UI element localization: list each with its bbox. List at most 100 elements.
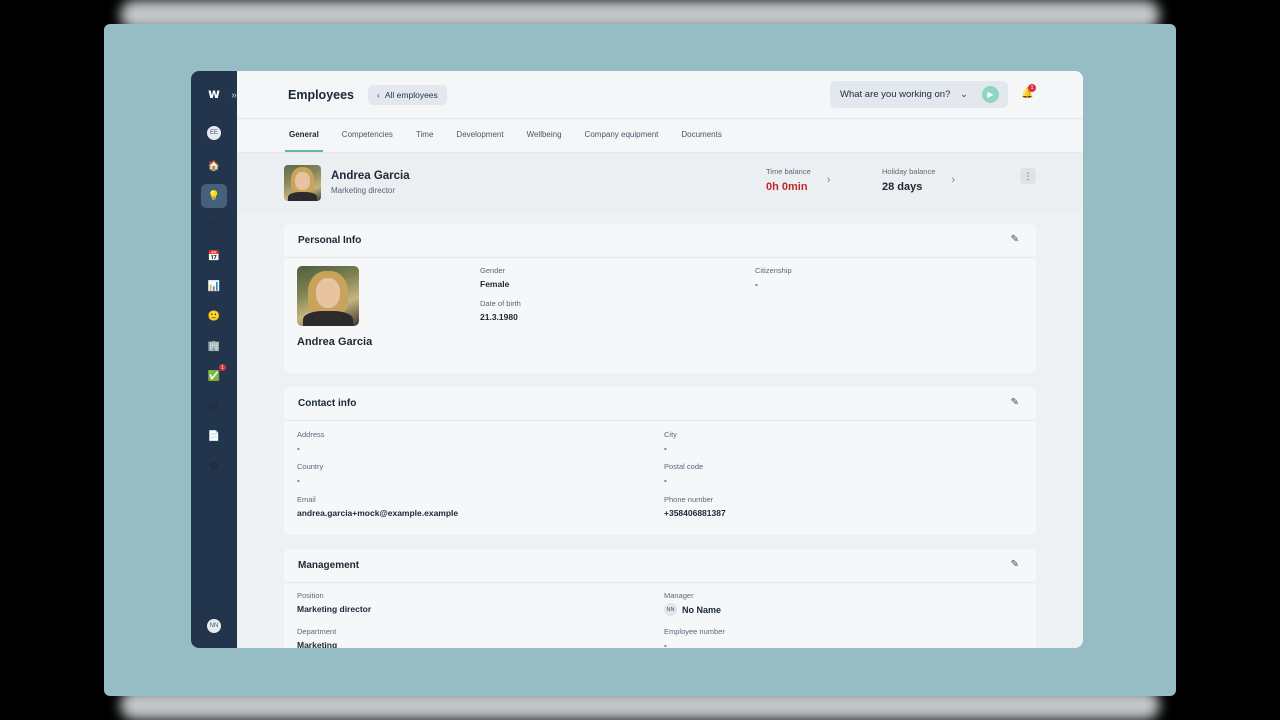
card-title: Management bbox=[298, 560, 360, 571]
tab-general[interactable]: General bbox=[285, 119, 323, 152]
email-value: andrea.garcia+mock@example.example bbox=[297, 508, 459, 518]
phone-value: +358406881387 bbox=[664, 508, 726, 518]
employee-photo bbox=[297, 266, 359, 326]
postal-code-label: Postal code bbox=[664, 462, 704, 471]
department-value: Marketing bbox=[297, 640, 338, 648]
app-window: w » EE 🏠 💡 ⏱ 📅 📊 🙂 🏢 ✅ 1 🖨 📄 ⚙ NN Employ… bbox=[191, 71, 1083, 648]
country-value: - bbox=[297, 475, 300, 485]
building-icon: 🏢 bbox=[207, 340, 221, 352]
phone-label: Phone number bbox=[664, 495, 714, 504]
company-avatar[interactable]: EE bbox=[207, 126, 221, 140]
logo[interactable]: w bbox=[208, 87, 220, 102]
gender-label: Gender bbox=[480, 266, 506, 275]
working-on-placeholder: What are you working on? bbox=[840, 89, 951, 100]
sidebar-nav: 🏠 💡 ⏱ 📅 📊 🙂 🏢 ✅ 1 🖨 📄 ⚙ bbox=[201, 154, 227, 478]
employee-number-value: - bbox=[664, 640, 667, 648]
play-icon[interactable]: ▶ bbox=[981, 86, 999, 103]
lightbulb-icon: 💡 bbox=[207, 190, 221, 202]
chevron-left-icon: ‹ bbox=[377, 89, 380, 100]
sidebar-item-settings[interactable]: ⚙ bbox=[201, 454, 227, 478]
position-value: Marketing director bbox=[297, 604, 372, 614]
card-title: Personal Info bbox=[298, 235, 362, 246]
profile-role: Marketing director bbox=[331, 186, 396, 195]
working-on-selector[interactable]: What are you working on? ⌄ ▶ bbox=[830, 81, 1008, 108]
postal-code-value: - bbox=[664, 475, 667, 485]
city-value: - bbox=[664, 443, 667, 453]
profile-photo bbox=[284, 164, 321, 201]
sidebar-item-organization[interactable]: 🏢 bbox=[201, 334, 227, 358]
country-label: Country bbox=[297, 462, 324, 471]
city-label: City bbox=[664, 430, 677, 439]
sidebar: w » EE 🏠 💡 ⏱ 📅 📊 🙂 🏢 ✅ 1 🖨 📄 ⚙ NN bbox=[191, 71, 241, 648]
chevron-right-icon: › bbox=[951, 174, 956, 186]
calendar-icon: 📅 bbox=[207, 250, 221, 262]
chevron-right-icon: › bbox=[826, 174, 831, 186]
gender-value: Female bbox=[480, 279, 510, 289]
dob-value: 21.3.1980 bbox=[480, 312, 518, 322]
holiday-balance[interactable]: Holiday balance 28 days › bbox=[882, 167, 955, 193]
email-label: Email bbox=[297, 495, 316, 504]
chart-icon: 📊 bbox=[207, 280, 221, 292]
time-balance-value: 0h 0min bbox=[766, 181, 808, 193]
department-label: Department bbox=[297, 627, 337, 636]
tab-development[interactable]: Development bbox=[452, 119, 507, 152]
holiday-balance-label: Holiday balance bbox=[882, 167, 936, 176]
chevron-down-icon: ⌄ bbox=[960, 89, 968, 99]
tab-bar: General Competencies Time Development We… bbox=[237, 118, 1083, 153]
pencil-icon[interactable]: ✎ bbox=[1011, 234, 1019, 245]
profile-header: Andrea Garcia Marketing director Time ba… bbox=[237, 153, 1083, 212]
gear-icon: ⚙ bbox=[209, 460, 219, 472]
address-value: - bbox=[297, 443, 300, 453]
dob-label: Date of birth bbox=[480, 299, 521, 308]
manager-avatar: NN bbox=[664, 603, 677, 616]
profile-name: Andrea Garcia bbox=[331, 170, 410, 182]
card-title: Contact info bbox=[298, 398, 357, 409]
tasks-badge: 1 bbox=[219, 364, 226, 371]
employee-name: Andrea Garcia bbox=[297, 336, 373, 348]
topbar: Employees ‹ All employees What are you w… bbox=[237, 71, 1083, 118]
sidebar-item-employees[interactable]: 💡 bbox=[201, 184, 227, 208]
contact-info-card: Contact info ✎ Address - City - Country … bbox=[284, 387, 1036, 535]
tab-competencies[interactable]: Competencies bbox=[338, 119, 397, 152]
stopwatch-icon: ⏱ bbox=[210, 220, 218, 232]
management-card: Management ✎ Position Marketing director… bbox=[284, 549, 1036, 648]
smiley-icon: 🙂 bbox=[207, 310, 221, 322]
pencil-icon[interactable]: ✎ bbox=[1011, 397, 1019, 408]
page-title: Employees bbox=[288, 87, 355, 102]
tab-company-equipment[interactable]: Company equipment bbox=[581, 119, 663, 152]
user-avatar[interactable]: NN bbox=[207, 619, 221, 633]
manager-label: Manager bbox=[664, 591, 694, 600]
sidebar-item-home[interactable]: 🏠 bbox=[201, 154, 227, 178]
address-label: Address bbox=[297, 430, 325, 439]
position-label: Position bbox=[297, 591, 324, 600]
citizenship-value: - bbox=[755, 279, 758, 289]
personal-info-card: Personal Info ✎ Andrea Garcia Gender Fem… bbox=[284, 224, 1036, 373]
holiday-balance-value: 28 days bbox=[882, 181, 923, 193]
notifications-badge: 1 bbox=[1028, 84, 1036, 92]
sidebar-item-documents[interactable]: 📄 bbox=[201, 424, 227, 448]
all-employees-label: All employees bbox=[384, 89, 438, 100]
pencil-icon[interactable]: ✎ bbox=[1011, 559, 1019, 570]
sidebar-item-time[interactable]: ⏱ bbox=[201, 214, 227, 238]
sidebar-item-calendar[interactable]: 📅 bbox=[201, 244, 227, 268]
sidebar-item-wellbeing[interactable]: 🙂 bbox=[201, 304, 227, 328]
all-employees-button[interactable]: ‹ All employees bbox=[368, 84, 447, 105]
manager-link[interactable]: NN No Name bbox=[664, 603, 721, 616]
manager-value: No Name bbox=[682, 604, 722, 615]
main-area: Employees ‹ All employees What are you w… bbox=[237, 71, 1083, 648]
tab-time[interactable]: Time bbox=[412, 119, 437, 152]
sidebar-item-print[interactable]: 🖨 bbox=[201, 394, 227, 418]
sidebar-item-tasks[interactable]: ✅ 1 bbox=[201, 364, 227, 388]
checkmark-icon: ✅ bbox=[207, 370, 221, 382]
citizenship-label: Citizenship bbox=[755, 266, 792, 275]
printer-icon: 🖨 bbox=[207, 400, 221, 412]
content-area: Personal Info ✎ Andrea Garcia Gender Fem… bbox=[237, 212, 1083, 648]
home-icon: 🏠 bbox=[207, 160, 221, 172]
tab-documents[interactable]: Documents bbox=[677, 119, 725, 152]
tab-wellbeing[interactable]: Wellbeing bbox=[523, 119, 566, 152]
more-options-icon[interactable]: ⋮ bbox=[1020, 168, 1036, 184]
document-icon: 📄 bbox=[207, 430, 221, 442]
time-balance[interactable]: Time balance 0h 0min › bbox=[766, 167, 830, 193]
time-balance-label: Time balance bbox=[766, 167, 811, 176]
sidebar-item-reports[interactable]: 📊 bbox=[201, 274, 227, 298]
